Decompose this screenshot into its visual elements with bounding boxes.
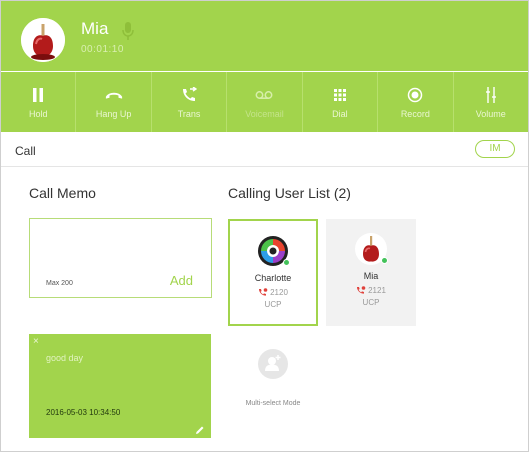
call-header: Mia 00:01:10: [1, 1, 528, 71]
caller-avatar: [21, 18, 65, 62]
user-name: Charlotte: [254, 273, 292, 283]
memo-add-button[interactable]: Add: [170, 273, 193, 288]
user-extension: 2121: [326, 286, 416, 295]
user-type: UCP: [362, 298, 380, 307]
memo-note-card[interactable]: × good day 2016-05-03 10:34:50: [29, 334, 211, 438]
call-timer: 00:01:10: [81, 44, 124, 55]
voicemail-button[interactable]: Voicemail: [227, 72, 303, 132]
online-status-dot: [381, 257, 388, 264]
im-button[interactable]: IM: [475, 140, 515, 158]
user-extension-number: 2120: [270, 288, 288, 297]
hang-up-icon: [105, 86, 123, 104]
record-icon: [406, 86, 424, 104]
hold-label: Hold: [28, 109, 48, 119]
voicemail-icon: [255, 86, 273, 104]
user-extension-number: 2121: [368, 286, 386, 295]
missed-call-icon: [258, 288, 268, 296]
dialpad-icon: [331, 86, 349, 104]
user-extension: 2120: [230, 288, 316, 297]
call-toolbar: Hold Hang Up Trans Voicemail Dial Record…: [1, 72, 528, 132]
online-status-dot: [283, 259, 290, 266]
user-name: Mia: [363, 271, 379, 281]
pause-icon: [29, 86, 47, 104]
missed-call-icon: [356, 286, 366, 294]
user-card-charlotte[interactable]: Charlotte 2120 UCP: [228, 219, 318, 326]
hang-up-button[interactable]: Hang Up: [76, 72, 152, 132]
dial-label: Dial: [332, 109, 348, 119]
memo-input[interactable]: Max 200 Add: [29, 218, 212, 298]
calling-user-list-title: Calling User List (2): [228, 185, 351, 201]
transfer-icon: [180, 86, 198, 104]
memo-note-timestamp: 2016-05-03 10:34:50: [46, 408, 121, 417]
memo-max-length: Max 200: [46, 280, 73, 287]
transfer-label: Trans: [177, 109, 201, 119]
hold-button[interactable]: Hold: [1, 72, 77, 132]
multi-select-mode-label: Multi-select Mode: [245, 400, 301, 407]
hang-up-label: Hang Up: [95, 109, 132, 119]
memo-note-text: good day: [46, 353, 84, 363]
volume-sliders-icon: [482, 86, 500, 104]
microphone-icon[interactable]: [121, 21, 135, 41]
volume-button[interactable]: Volume: [454, 72, 528, 132]
record-button[interactable]: Record: [378, 72, 454, 132]
call-tab-label: Call: [15, 144, 36, 158]
user-avatar: [355, 233, 388, 265]
add-user-icon[interactable]: [258, 349, 288, 379]
edit-pencil-icon[interactable]: [195, 422, 205, 434]
volume-label: Volume: [475, 109, 506, 119]
call-bar: Call IM: [1, 133, 528, 167]
voicemail-label: Voicemail: [245, 109, 284, 119]
user-type: UCP: [264, 300, 282, 309]
caller-name: Mia: [81, 19, 109, 38]
dial-button[interactable]: Dial: [303, 72, 379, 132]
call-memo-title: Call Memo: [29, 185, 96, 201]
transfer-button[interactable]: Trans: [152, 72, 228, 132]
close-icon[interactable]: ×: [33, 336, 39, 347]
record-label: Record: [400, 109, 430, 119]
user-avatar: [257, 235, 290, 267]
user-card-mia[interactable]: Mia 2121 UCP: [326, 219, 416, 326]
